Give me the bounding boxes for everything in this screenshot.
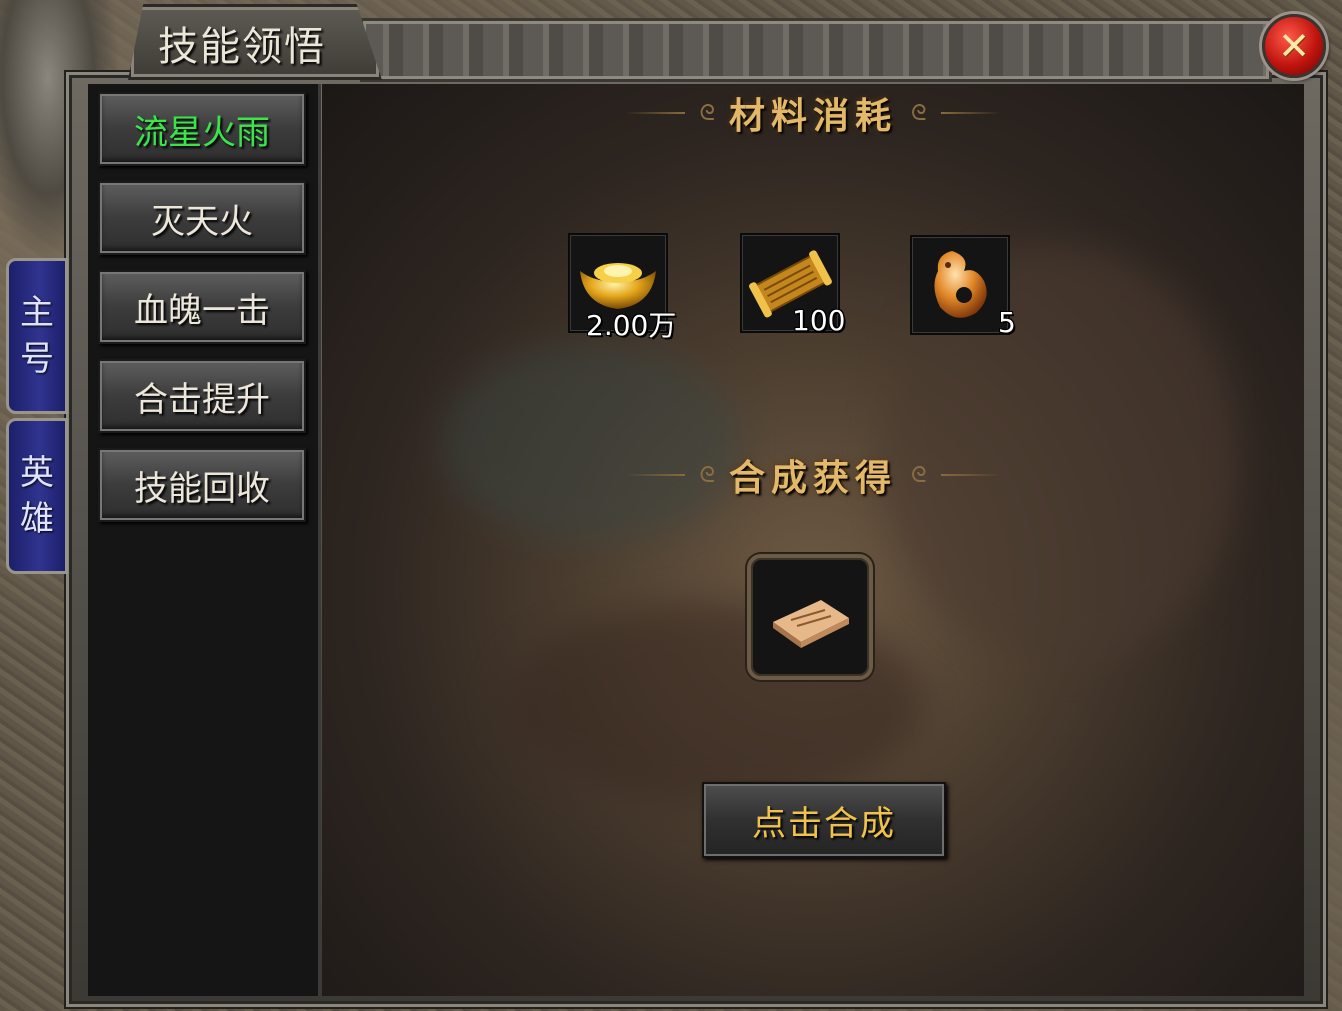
- panel-title: 技能领悟: [158, 24, 326, 70]
- material-count-jade: 5: [998, 306, 1016, 339]
- result-header-text: 合成获得: [728, 457, 897, 499]
- swirl-ornament-icon: ᘓ: [699, 100, 715, 126]
- skill-button-sky-fire[interactable]: 灭天火: [98, 181, 306, 255]
- swirl-ornament-icon: ᘓ: [699, 462, 715, 488]
- jade-pendant-icon: [934, 251, 987, 318]
- close-icon: ✕: [1278, 24, 1310, 68]
- swirl-ornament-icon: ᘓ: [911, 462, 927, 488]
- swirl-ornament-icon: ᘓ: [911, 100, 927, 126]
- material-count-scroll: 100: [792, 304, 846, 337]
- tab-hero[interactable]: 英 雄: [6, 418, 68, 574]
- tab-main-label-2: 号: [20, 339, 54, 379]
- header-line-left: [625, 112, 686, 114]
- dragon-art-shadow: [442, 344, 742, 544]
- skill-button-skill-recycle[interactable]: 技能回收: [98, 448, 306, 522]
- header-line-right: [940, 474, 1001, 476]
- skill-button-blood-strike[interactable]: 血魄一击: [98, 270, 306, 344]
- tab-main-character[interactable]: 主 号: [6, 258, 68, 414]
- close-button[interactable]: ✕: [1262, 14, 1326, 78]
- character-side-tabs: 主 号 英 雄: [6, 258, 68, 578]
- header-line-right: [940, 112, 1001, 114]
- result-header: ᘓ 合成获得 ᘓ: [322, 450, 1304, 500]
- result-item-slot[interactable]: [747, 554, 873, 680]
- material-slot-jade[interactable]: [910, 235, 1010, 335]
- skill-button-combo-upgrade[interactable]: 合击提升: [98, 359, 306, 433]
- materials-header-text: 材料消耗: [728, 95, 897, 137]
- materials-header: ᘓ 材料消耗 ᘓ: [322, 88, 1304, 138]
- skill-book-icon: [773, 600, 849, 648]
- material-count-gold: 2.00万: [586, 309, 677, 342]
- synthesis-panel: ᘓ 材料消耗 ᘓ 2.00万 100 5 ᘓ 合成获得 ᘓ 点击合成: [322, 84, 1304, 996]
- skill-button-meteor-fire-rain[interactable]: 流星火雨: [98, 92, 306, 166]
- tab-hero-label-1: 英: [20, 453, 54, 493]
- tab-hero-label-2: 雄: [20, 499, 54, 539]
- tab-main-label-1: 主: [20, 293, 54, 333]
- compose-button[interactable]: 点击合成: [702, 782, 946, 858]
- panel-title-bar: [360, 18, 1272, 82]
- header-line-left: [625, 474, 686, 476]
